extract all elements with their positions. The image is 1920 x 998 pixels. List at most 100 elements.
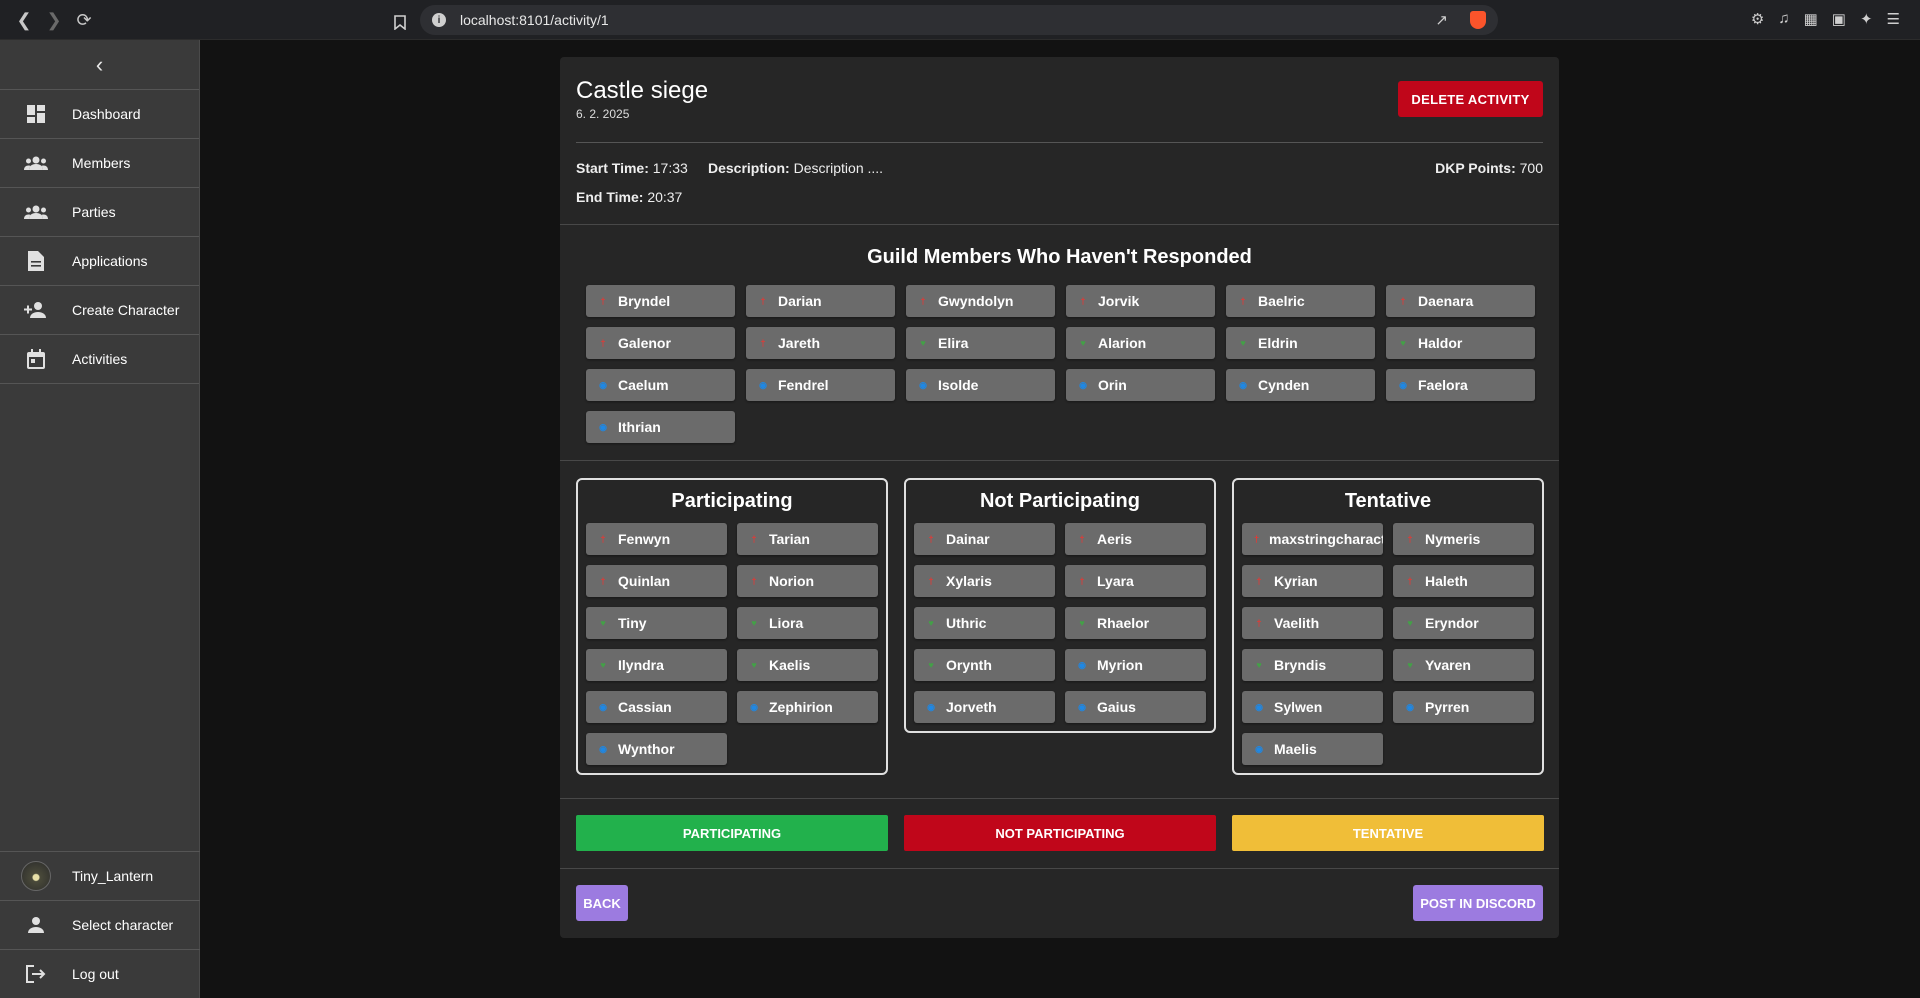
logout-icon: [0, 965, 72, 983]
member-chip[interactable]: † Aeris: [1065, 523, 1206, 555]
sidebar-item-members[interactable]: Members: [0, 139, 199, 188]
logout-button[interactable]: Log out: [0, 949, 200, 998]
member-chip[interactable]: ◉ Maelis: [1242, 733, 1383, 765]
member-chip[interactable]: ◉ Faelora: [1386, 369, 1535, 401]
address-bar[interactable]: i localhost:8101/activity/1 ↗: [420, 5, 1498, 35]
member-chip[interactable]: † Jorvik: [1066, 285, 1215, 317]
shield-icon: ◉: [599, 379, 607, 390]
member-chip[interactable]: ◉ Gaius: [1065, 691, 1206, 723]
sword-icon: †: [920, 296, 926, 306]
member-chip[interactable]: ♥ Yvaren: [1393, 649, 1534, 681]
member-chip[interactable]: ♥ Eldrin: [1226, 327, 1375, 359]
member-name: Ilyndra: [618, 657, 664, 673]
member-chip[interactable]: † Haleth: [1393, 565, 1534, 597]
sidebar-item-dashboard[interactable]: Dashboard: [0, 90, 199, 139]
member-chip[interactable]: ◉ Wynthor: [586, 733, 727, 765]
back-arrow-icon[interactable]: ❮: [10, 6, 38, 34]
heart-icon: ♥: [1256, 660, 1262, 670]
sidebar-item-parties[interactable]: Parties: [0, 188, 199, 237]
member-chip[interactable]: ◉ Zephirion: [737, 691, 878, 723]
member-chip[interactable]: ◉ Ithrian: [586, 411, 735, 443]
member-chip[interactable]: ♥ Liora: [737, 607, 878, 639]
member-chip[interactable]: † Norion: [737, 565, 878, 597]
not-participating-button[interactable]: NOT PARTICIPATING: [904, 815, 1216, 851]
member-chip[interactable]: † Bryndel: [586, 285, 735, 317]
site-info-icon[interactable]: i: [432, 13, 446, 27]
current-user[interactable]: Tiny_Lantern: [0, 851, 200, 900]
member-chip[interactable]: ◉ Isolde: [906, 369, 1055, 401]
member-chip[interactable]: ◉ Caelum: [586, 369, 735, 401]
member-chip[interactable]: ♥ Ilyndra: [586, 649, 727, 681]
member-chip[interactable]: ♥ Orynth: [914, 649, 1055, 681]
member-chip[interactable]: ♥ Rhaelor: [1065, 607, 1206, 639]
member-chip[interactable]: † Dainar: [914, 523, 1055, 555]
member-chip[interactable]: ♥ Haldor: [1386, 327, 1535, 359]
menu-icon[interactable]: ☰: [1887, 10, 1900, 28]
member-chip[interactable]: † Gwyndolyn: [906, 285, 1055, 317]
tentative-button[interactable]: TENTATIVE: [1232, 815, 1544, 851]
member-chip[interactable]: ♥ Bryndis: [1242, 649, 1383, 681]
delete-activity-button[interactable]: DELETE ACTIVITY: [1398, 81, 1543, 117]
member-chip[interactable]: † Lyara: [1065, 565, 1206, 597]
back-button[interactable]: BACK: [576, 885, 628, 921]
member-chip[interactable]: ◉ Jorveth: [914, 691, 1055, 723]
sword-icon: †: [1407, 576, 1413, 586]
wallet-icon[interactable]: ▣: [1832, 10, 1846, 28]
tentative-column: Tentative † maxstringcharact † Nymeris † Kyri…: [1232, 478, 1544, 775]
sword-icon: †: [600, 296, 606, 306]
sidebar-item-create-character[interactable]: Create Character: [0, 286, 199, 335]
member-chip[interactable]: ♥ Elira: [906, 327, 1055, 359]
share-icon[interactable]: ↗: [1435, 11, 1448, 29]
member-chip[interactable]: † Nymeris: [1393, 523, 1534, 555]
member-chip[interactable]: ◉ Fendrel: [746, 369, 895, 401]
member-chip[interactable]: ♥ Eryndor: [1393, 607, 1534, 639]
member-chip[interactable]: ♥ Kaelis: [737, 649, 878, 681]
member-chip[interactable]: ◉ Orin: [1066, 369, 1215, 401]
member-name: Elira: [938, 335, 969, 351]
member-chip[interactable]: † Xylaris: [914, 565, 1055, 597]
leo-ai-icon[interactable]: ✦: [1860, 10, 1873, 28]
brave-shield-icon[interactable]: [1470, 11, 1486, 29]
member-chip[interactable]: ◉ Cynden: [1226, 369, 1375, 401]
extensions-icon[interactable]: ⚙: [1751, 10, 1764, 28]
forward-arrow-icon[interactable]: ❯: [40, 6, 68, 34]
member-chip[interactable]: † Kyrian: [1242, 565, 1383, 597]
heart-icon: ♥: [920, 338, 926, 348]
member-chip[interactable]: † maxstringcharact: [1242, 523, 1383, 555]
sidebar-item-activities[interactable]: Activities: [0, 335, 199, 384]
sword-icon: †: [928, 576, 934, 586]
member-chip[interactable]: ◉ Pyrren: [1393, 691, 1534, 723]
member-chip[interactable]: ♥ Alarion: [1066, 327, 1215, 359]
sword-icon: †: [760, 338, 766, 348]
member-chip[interactable]: † Daenara: [1386, 285, 1535, 317]
member-chip[interactable]: ◉ Myrion: [1065, 649, 1206, 681]
member-chip[interactable]: † Jareth: [746, 327, 895, 359]
collapse-sidebar-button[interactable]: ‹: [0, 40, 199, 90]
member-chip[interactable]: † Vaelith: [1242, 607, 1383, 639]
media-icon[interactable]: ♫: [1778, 10, 1789, 28]
member-chip[interactable]: ◉ Cassian: [586, 691, 727, 723]
bookmark-icon[interactable]: [386, 8, 414, 36]
member-name: Cynden: [1258, 377, 1310, 393]
member-chip[interactable]: ◉ Sylwen: [1242, 691, 1383, 723]
shield-icon: ◉: [1255, 743, 1263, 754]
member-chip[interactable]: ♥ Tiny: [586, 607, 727, 639]
member-chip[interactable]: † Quinlan: [586, 565, 727, 597]
member-name: Baelric: [1258, 293, 1305, 309]
member-chip[interactable]: ♥ Uthric: [914, 607, 1055, 639]
sidebar-item-applications[interactable]: Applications: [0, 237, 199, 286]
member-chip[interactable]: † Darian: [746, 285, 895, 317]
sword-icon: †: [751, 576, 757, 586]
post-in-discord-button[interactable]: POST IN DISCORD: [1413, 885, 1543, 921]
member-chip[interactable]: † Tarian: [737, 523, 878, 555]
sword-icon: †: [600, 576, 606, 586]
select-character-button[interactable]: Select character: [0, 900, 200, 949]
member-chip[interactable]: † Baelric: [1226, 285, 1375, 317]
member-name: Xylaris: [946, 573, 992, 589]
user-name: Tiny_Lantern: [72, 868, 154, 884]
member-chip[interactable]: † Fenwyn: [586, 523, 727, 555]
sidebar-toggle-icon[interactable]: ▦: [1804, 10, 1818, 28]
reload-icon[interactable]: ⟳: [70, 6, 98, 34]
participating-button[interactable]: PARTICIPATING: [576, 815, 888, 851]
member-chip[interactable]: † Galenor: [586, 327, 735, 359]
